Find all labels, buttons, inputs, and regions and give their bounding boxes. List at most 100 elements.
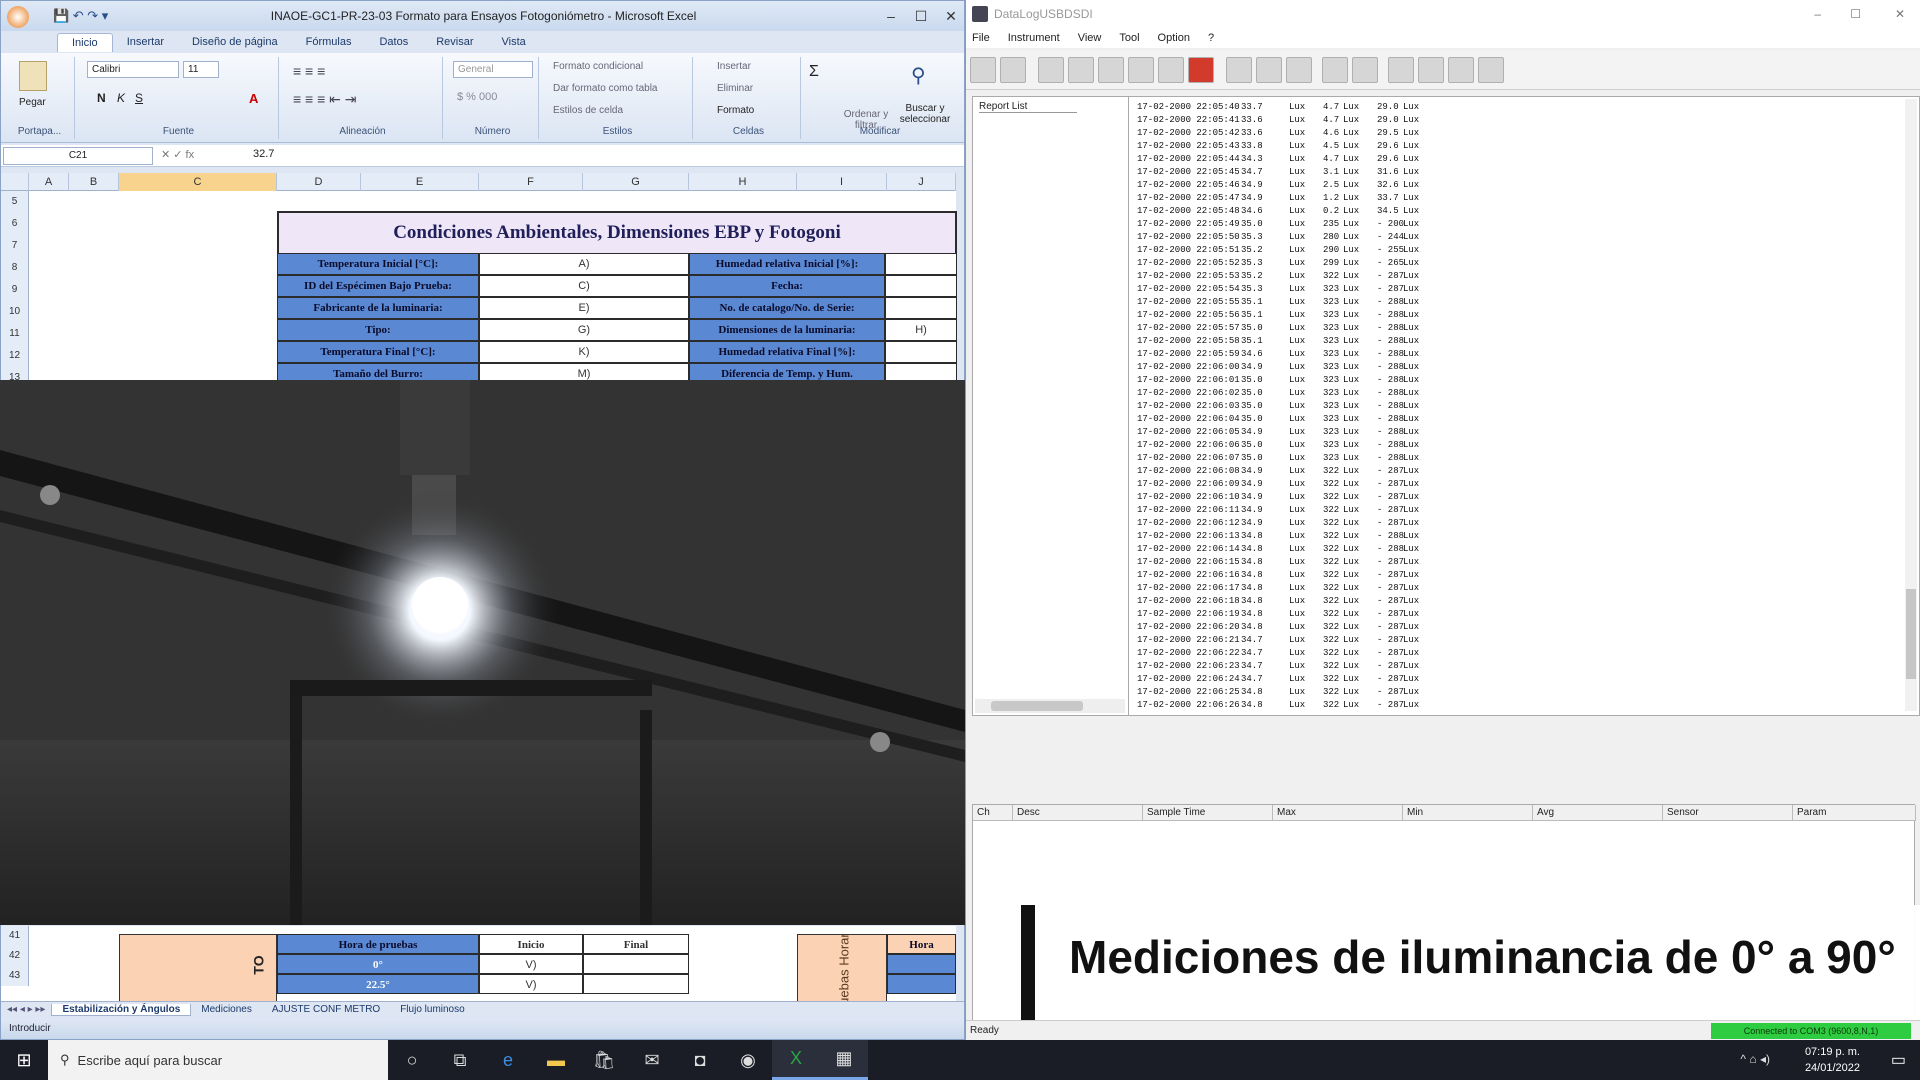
system-tray-icons[interactable]: ^ ⌂ ◂) [1740,1052,1770,1066]
label-cell[interactable]: Temperatura Inicial [°C]: [277,253,479,275]
report-tree[interactable]: Report List [972,96,1130,716]
sum-icon[interactable]: Σ [809,63,819,81]
column-header[interactable]: J [887,173,956,191]
font-color-icon[interactable]: A [249,91,258,106]
tool-icon[interactable] [1388,57,1414,83]
file-explorer-icon[interactable]: ▬ [532,1040,580,1080]
column-header[interactable]: E [361,173,479,191]
task-view-icon[interactable]: ⧉ [436,1040,484,1080]
worksheet-bottom[interactable]: 41 42 43 TO Hora de pruebas Inicio Final… [1,926,956,1004]
tree-scrollbar[interactable] [975,699,1125,713]
label-cell[interactable]: Humedad relativa Inicial [%]: [689,253,885,275]
value-cell[interactable]: C) [479,275,689,297]
format-as-table-button[interactable]: Dar formato como tabla [553,83,658,94]
align-icons[interactable]: ≡ ≡ ≡ [293,63,325,79]
chart-icon[interactable] [1256,57,1282,83]
value-cell[interactable]: V) [479,954,583,974]
row-header[interactable]: 43 [1,966,29,986]
tab-vista[interactable]: Vista [488,33,540,51]
row-header[interactable]: 5 [1,191,29,213]
data-list[interactable]: 17-02-2000 22:05:40 33.7 Lux 4.7 Lux 29.0 Lux 1… [1128,96,1920,716]
font-name-select[interactable]: Calibri [87,61,179,78]
value-cell[interactable]: A) [479,253,689,275]
label-cell[interactable]: Dimensiones de la luminaria: [689,319,885,341]
tab-inicio[interactable]: Inicio [57,32,113,52]
value-cell[interactable]: H) [885,319,957,341]
taskbar-search[interactable]: ⚲ Escribe aquí para buscar [48,1040,388,1080]
value-cell[interactable]: M) [479,363,689,381]
value-cell[interactable]: K) [479,341,689,363]
column-header[interactable]: B [69,173,119,191]
tab-datos[interactable]: Datos [365,33,422,51]
row-header[interactable]: 6 [1,213,29,235]
label-cell[interactable]: Tipo: [277,319,479,341]
notification-icon[interactable]: ▭ [1891,1050,1906,1070]
row-header[interactable]: 13 [1,367,29,383]
col-header[interactable]: Desc [1013,805,1143,821]
menu-instrument[interactable]: Instrument [1008,28,1060,48]
find-select-button[interactable]: Buscar y seleccionar [897,103,953,125]
scroll-thumb[interactable] [991,701,1083,711]
edge-icon[interactable]: e [484,1040,532,1080]
header-cell[interactable]: Hora de pruebas [277,934,479,954]
print-icon[interactable] [1478,57,1504,83]
menu-file[interactable]: File [972,28,990,48]
save-icon[interactable] [1000,57,1026,83]
vertical-scrollbar[interactable] [1905,99,1917,711]
col-header[interactable]: Max [1273,805,1403,821]
header-cell[interactable]: Final [583,934,689,954]
fx-icon[interactable]: ✕ ✓ fx [161,148,194,161]
label-cell[interactable]: Diferencia de Temp. y Hum. [689,363,885,381]
col-header[interactable]: Sample Time [1143,805,1273,821]
open-icon[interactable] [970,57,996,83]
menu-help[interactable]: ? [1208,28,1214,48]
underline-icon[interactable]: S [135,91,143,105]
close-icon[interactable]: ✕ [1895,0,1905,28]
clock[interactable]: 07:19 p. m. 24/01/2022 [1805,1044,1860,1076]
menu-view[interactable]: View [1078,28,1102,48]
value-cell[interactable] [885,253,957,275]
list-icon[interactable] [1286,57,1312,83]
col-header[interactable]: Min [1403,805,1533,821]
zoom-out-icon[interactable] [1352,57,1378,83]
row-header[interactable]: 42 [1,946,29,966]
stop-icon[interactable] [1188,57,1214,83]
column-header[interactable]: A [29,173,69,191]
number-format-select[interactable]: General [453,61,533,78]
cell-styles-button[interactable]: Estilos de celda [553,105,623,116]
column-header[interactable]: I [797,173,887,191]
paste-button[interactable]: Pegar [19,97,46,108]
table-icon[interactable] [1226,57,1252,83]
minimize-icon[interactable]: – [876,5,906,27]
col-header[interactable]: Ch [973,805,1013,821]
sheet-nav-icons[interactable]: ◂◂ ◂ ▸ ▸▸ [1,1004,51,1015]
excel-taskbar-icon[interactable]: X [772,1040,820,1080]
download-icon[interactable] [1068,57,1094,83]
sheet-tab[interactable]: Mediciones [191,1004,262,1015]
column-header[interactable]: C [119,173,277,191]
col-header[interactable]: Sensor [1663,805,1793,821]
format-cells-button[interactable]: Formato [717,105,754,116]
align-icons-2[interactable]: ≡ ≡ ≡ ⇤ ⇥ [293,91,357,108]
value-cell[interactable] [583,954,689,974]
label-cell[interactable]: Tamaño del Burro: [277,363,479,381]
grid-icon[interactable] [1448,57,1474,83]
maximize-icon[interactable]: ☐ [906,5,936,27]
row-header[interactable]: 12 [1,345,29,367]
row-header[interactable]: 41 [1,926,29,946]
column-header[interactable]: H [689,173,797,191]
side-header[interactable]: Hora [887,934,956,954]
chrome-icon[interactable]: ◉ [724,1040,772,1080]
value-cell[interactable] [885,341,957,363]
sheet-tab[interactable]: Estabilización y Ángulos [51,1003,192,1016]
menu-option[interactable]: Option [1158,28,1190,48]
value-cell[interactable]: V) [479,974,583,994]
mail-icon[interactable]: ✉ [628,1040,676,1080]
formula-input[interactable]: 32.7 [253,148,274,160]
label-cell[interactable]: Fecha: [689,275,885,297]
cortana-icon[interactable]: ○ [388,1040,436,1080]
datalogger-taskbar-icon[interactable]: ▦ [820,1040,868,1080]
label-cell[interactable]: ID del Espécimen Bajo Prueba: [277,275,479,297]
label-cell[interactable]: Fabricante de la luminaria: [277,297,479,319]
tab-revisar[interactable]: Revisar [422,33,487,51]
